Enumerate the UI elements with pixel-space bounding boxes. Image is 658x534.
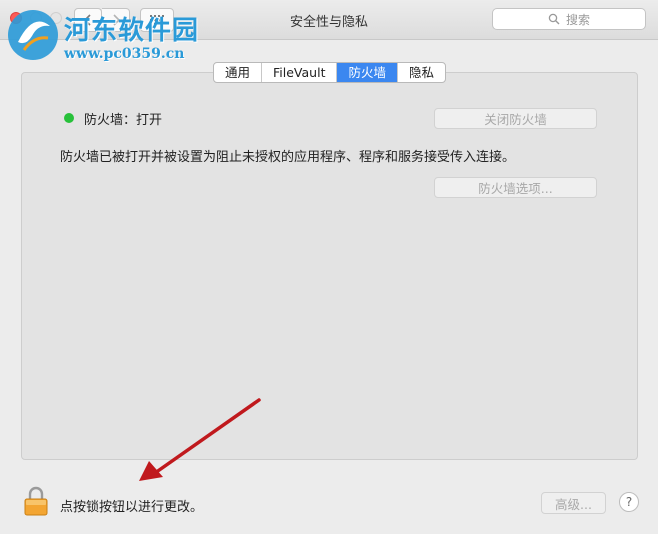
annotation-arrow-icon: [139, 398, 261, 481]
status-indicator: [64, 113, 74, 123]
tab-general[interactable]: 通用: [214, 63, 263, 82]
turn-off-firewall-button[interactable]: 关闭防火墙: [434, 108, 597, 129]
watermark-title: 河东软件园: [64, 16, 200, 46]
tab-firewall[interactable]: 防火墙: [337, 63, 398, 82]
tab-privacy[interactable]: 隐私: [398, 63, 445, 82]
search-field[interactable]: 搜索: [492, 8, 646, 30]
firewall-description: 防火墙已被打开并被设置为阻止未授权的应用程序、程序和服务接受传入连接。: [60, 150, 516, 165]
help-button[interactable]: ?: [619, 492, 639, 512]
watermark-url: www.pc0359.cn: [64, 46, 185, 62]
advanced-button[interactable]: 高级...: [541, 492, 606, 514]
tab-bar: 通用 FileVault 防火墙 隐私: [213, 62, 447, 83]
search-icon: [548, 13, 560, 25]
lock-icon[interactable]: [24, 486, 48, 516]
firewall-panel: [21, 72, 638, 460]
watermark-logo-icon: [8, 10, 58, 60]
lock-hint: 点按锁按钮以进行更改。: [60, 500, 204, 515]
firewall-options-button[interactable]: 防火墙选项...: [434, 177, 597, 198]
tab-filevault[interactable]: FileVault: [262, 63, 338, 82]
firewall-status: 防火墙：打开: [84, 113, 163, 128]
search-placeholder: 搜索: [565, 12, 590, 27]
